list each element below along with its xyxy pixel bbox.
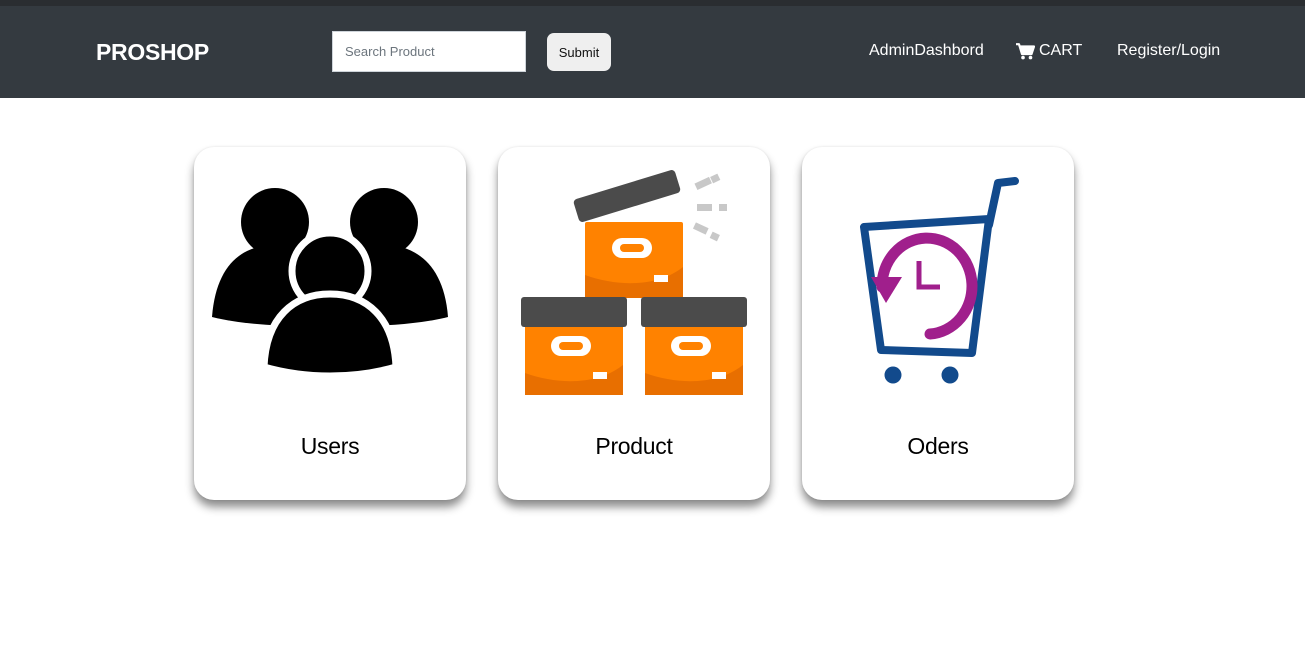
boxes-icon [521, 170, 747, 395]
brand-logo[interactable]: PROSHOP [96, 39, 209, 66]
search-input[interactable] [332, 31, 526, 72]
product-card-label: Product [595, 433, 673, 459]
users-card[interactable]: Users [194, 147, 466, 500]
cart-history-icon [860, 177, 1019, 384]
register-login-link[interactable]: Register/Login [1117, 42, 1220, 60]
submit-button[interactable]: Submit [547, 33, 611, 71]
users-card-label: Users [300, 433, 360, 459]
product-card[interactable]: Product [498, 147, 770, 500]
shopping-cart-icon [1016, 42, 1035, 59]
orders-card-label: Oders [907, 433, 969, 459]
orders-card[interactable]: Oders [802, 147, 1074, 500]
register-login-label: Register/Login [1117, 42, 1221, 59]
users-icon [212, 188, 448, 380]
navbar: PROSHOP Submit AdminDashbord CART Regist… [0, 6, 1305, 98]
cart-label: CART [1039, 42, 1083, 59]
cart-link[interactable]: CART [1016, 42, 1082, 60]
admin-dashboard-label: AdminDashbord [869, 42, 984, 59]
admin-dashboard-link[interactable]: AdminDashbord [869, 42, 984, 60]
